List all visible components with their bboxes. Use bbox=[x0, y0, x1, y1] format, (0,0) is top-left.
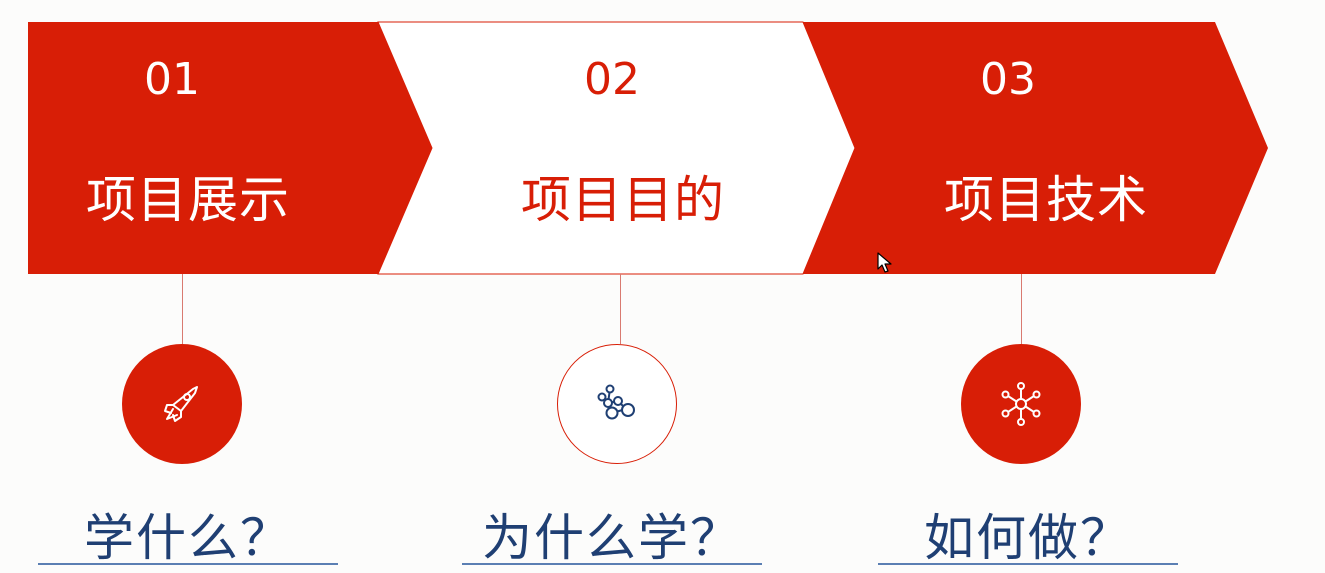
step-1-number: 01 bbox=[144, 54, 200, 105]
step-2-question: 为什么学？ bbox=[482, 509, 742, 567]
process-slide: 01 02 03 项目展示 项目目的 项目技术 学什么？ 为什么学？ 如何做？ bbox=[0, 0, 1325, 573]
step-1-question: 学什么？ bbox=[84, 509, 292, 567]
connector-3 bbox=[1021, 274, 1022, 344]
mouse-cursor-icon bbox=[877, 252, 892, 273]
step-2-icon-circle bbox=[557, 344, 677, 464]
network-hub-icon bbox=[1001, 382, 1041, 426]
step-3-icon-circle bbox=[961, 344, 1081, 464]
step-2-number: 02 bbox=[584, 54, 640, 105]
connector-1 bbox=[182, 274, 183, 344]
connector-2 bbox=[620, 274, 621, 344]
step-3-title: 项目技术 bbox=[944, 171, 1148, 229]
rocket-icon bbox=[164, 386, 198, 422]
molecule-icon bbox=[597, 384, 635, 420]
step-2-underline bbox=[462, 563, 762, 565]
step-3-underline bbox=[878, 563, 1178, 565]
step-3-number: 03 bbox=[980, 54, 1036, 105]
step-1-underline bbox=[38, 563, 338, 565]
chevron-banner bbox=[28, 21, 1268, 275]
step-1-title: 项目展示 bbox=[86, 171, 290, 229]
step-3-question: 如何做？ bbox=[924, 509, 1132, 567]
step-1-icon-circle bbox=[122, 344, 242, 464]
step-2-title: 项目目的 bbox=[521, 171, 725, 229]
